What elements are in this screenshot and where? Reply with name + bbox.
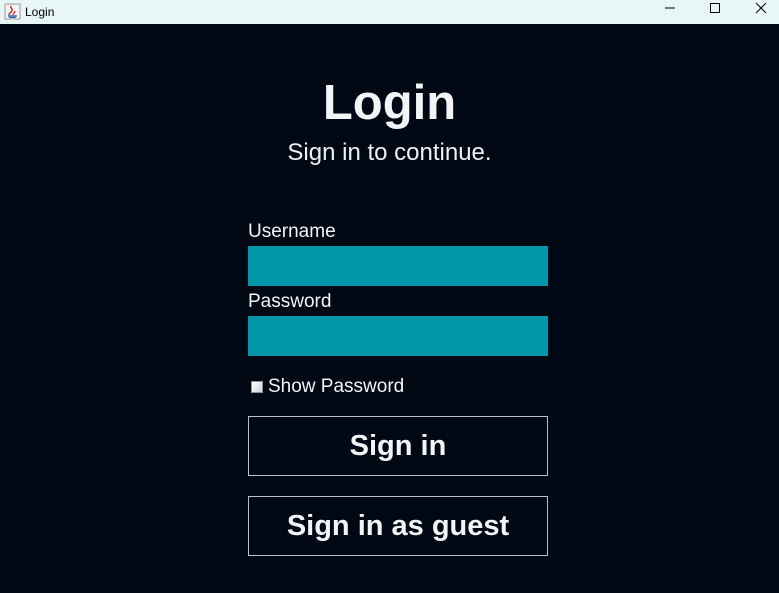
window-title: Login bbox=[25, 5, 55, 19]
maximize-icon bbox=[709, 1, 721, 19]
username-label: Username bbox=[248, 221, 336, 242]
password-field[interactable] bbox=[248, 316, 548, 356]
show-password-label: Show Password bbox=[268, 376, 405, 397]
page-title: Login bbox=[322, 76, 457, 130]
sign-in-as-guest-button[interactable]: Sign in as guest bbox=[248, 496, 548, 556]
page-subtitle: Sign in to continue. bbox=[287, 139, 492, 166]
minimize-button[interactable] bbox=[647, 0, 693, 20]
maximize-button[interactable] bbox=[692, 0, 738, 20]
close-button[interactable] bbox=[738, 0, 779, 20]
username-field[interactable] bbox=[248, 246, 548, 286]
show-password-toggle[interactable]: Show Password bbox=[251, 376, 404, 398]
minimize-icon bbox=[664, 1, 676, 19]
close-icon bbox=[755, 1, 767, 19]
show-password-checkbox[interactable] bbox=[251, 381, 263, 393]
password-label: Password bbox=[248, 291, 332, 312]
sign-in-button[interactable]: Sign in bbox=[248, 416, 548, 476]
login-window: Login Login Sign in to continue. Usernam… bbox=[0, 0, 779, 593]
java-app-icon bbox=[4, 3, 21, 20]
title-bar[interactable]: Login bbox=[0, 0, 779, 24]
